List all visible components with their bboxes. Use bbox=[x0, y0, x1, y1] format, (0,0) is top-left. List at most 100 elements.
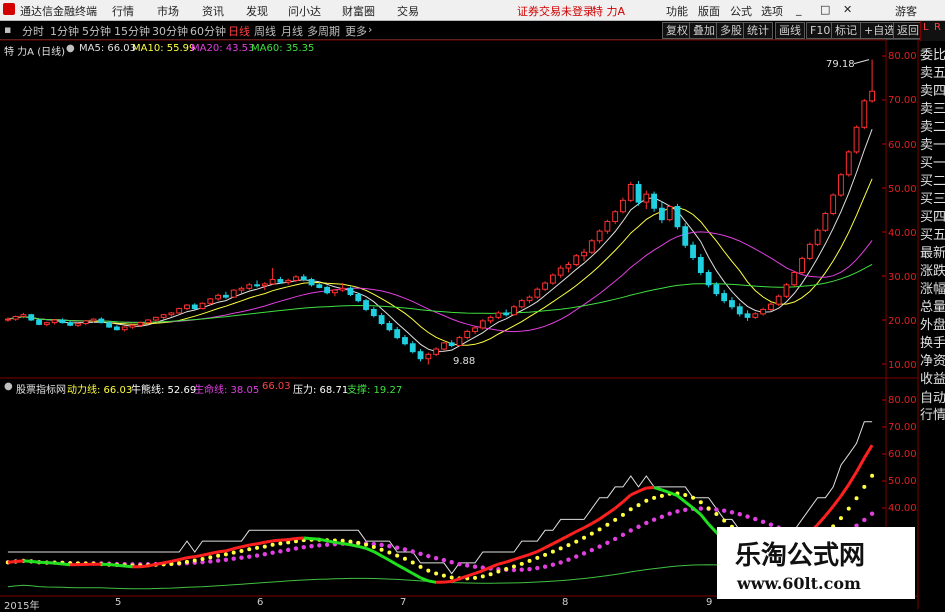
panel-label-18: 收益 bbox=[920, 368, 944, 387]
life-line-dot bbox=[208, 559, 212, 563]
trend-down-segment bbox=[358, 546, 366, 548]
trend-up-segment bbox=[522, 554, 530, 556]
trend-up-segment bbox=[615, 502, 623, 508]
candle-up bbox=[130, 325, 135, 327]
candle-up bbox=[434, 349, 439, 354]
power-line-dot bbox=[395, 554, 399, 558]
power-line-dot bbox=[387, 550, 391, 554]
power-line-dot bbox=[691, 496, 695, 500]
tab-r[interactable]: R bbox=[934, 22, 941, 33]
trend-down-segment bbox=[382, 556, 390, 560]
power-line-dot bbox=[426, 569, 430, 573]
watermark-box: 乐淘公式网 www.60lt.com bbox=[717, 527, 915, 599]
candle-up bbox=[44, 323, 49, 325]
trend-up-segment bbox=[568, 532, 576, 536]
candle-up bbox=[768, 304, 773, 309]
life-line-dot bbox=[675, 509, 679, 513]
ind-tick-60: 60.00 bbox=[888, 449, 917, 460]
candle-up bbox=[465, 331, 470, 337]
panel-label-7: 买二 bbox=[920, 170, 944, 189]
life-line-dot bbox=[761, 520, 765, 524]
power-line-dot bbox=[590, 532, 594, 536]
candle-up bbox=[784, 285, 789, 296]
trend-down-segment bbox=[31, 561, 39, 562]
trend-up-segment bbox=[506, 559, 514, 562]
power-line-dot bbox=[185, 560, 189, 564]
candle-down bbox=[636, 184, 641, 202]
trend-up-segment bbox=[553, 540, 561, 544]
trend-down-segment bbox=[125, 566, 133, 567]
candle-up bbox=[262, 284, 267, 286]
panel-label-6: 买一 bbox=[920, 152, 944, 171]
candle-down bbox=[364, 301, 369, 310]
candle-up bbox=[613, 212, 618, 222]
candle-up bbox=[247, 285, 252, 289]
life-line-dot bbox=[613, 537, 617, 541]
trend-up-segment bbox=[187, 557, 195, 558]
power-line-dot bbox=[255, 546, 259, 550]
power-line-dot bbox=[707, 506, 711, 510]
candle-up bbox=[177, 309, 182, 313]
candle-up bbox=[589, 241, 594, 252]
life-line-dot bbox=[862, 518, 866, 522]
power-line-dot bbox=[208, 555, 212, 559]
power-line-dot bbox=[403, 557, 407, 561]
life-line-dot bbox=[629, 528, 633, 532]
power-line-dot bbox=[177, 561, 181, 565]
trend-down-segment bbox=[335, 542, 343, 543]
candle-down bbox=[348, 288, 353, 294]
life-line-dot bbox=[667, 512, 671, 516]
trend-up-segment bbox=[857, 458, 865, 472]
candle-up bbox=[854, 127, 859, 152]
life-line-dot bbox=[699, 506, 703, 510]
life-line-dot bbox=[527, 567, 531, 571]
price-tick-10: 10.00 bbox=[888, 360, 917, 371]
price-axis-ticks bbox=[882, 56, 886, 364]
panel-label-15: 外盘 bbox=[920, 314, 944, 333]
ind-tick-50: 50.00 bbox=[888, 476, 917, 487]
candle-down bbox=[714, 285, 719, 294]
life-line-dot bbox=[574, 554, 578, 558]
power-line-dot bbox=[660, 494, 664, 498]
candle-up bbox=[473, 328, 478, 332]
candle-up bbox=[839, 175, 844, 195]
candle-up bbox=[574, 256, 579, 265]
power-line-dot bbox=[605, 523, 609, 527]
candle-up bbox=[340, 288, 345, 290]
power-line-dot bbox=[543, 553, 547, 557]
power-line-dot bbox=[450, 575, 454, 579]
trend-down-segment bbox=[685, 502, 693, 508]
power-line-dot bbox=[683, 493, 687, 497]
candle-up bbox=[667, 206, 672, 219]
life-line-dot bbox=[317, 543, 321, 547]
life-line-dot bbox=[621, 533, 625, 537]
power-line-dot bbox=[870, 474, 874, 478]
life-line-dot bbox=[535, 566, 539, 570]
ind-tick-40: 40.00 bbox=[888, 503, 917, 514]
trend-down-segment bbox=[366, 548, 374, 551]
right-panel-tabs: L R bbox=[920, 21, 945, 41]
candlestick-series bbox=[5, 60, 874, 365]
candle-down bbox=[652, 194, 657, 208]
life-line-dot bbox=[558, 560, 562, 564]
power-line-dot bbox=[613, 518, 617, 522]
trend-up-segment bbox=[156, 563, 164, 565]
kline-chart[interactable] bbox=[0, 0, 945, 609]
panel-hangqing[interactable]: 行情 bbox=[920, 404, 944, 423]
tab-l[interactable]: L bbox=[923, 22, 929, 33]
life-line-dot bbox=[465, 563, 469, 567]
trend-down-segment bbox=[62, 564, 70, 565]
trend-up-segment bbox=[530, 552, 538, 555]
candle-down bbox=[395, 330, 400, 338]
panel-label-14: 总量 bbox=[920, 296, 944, 315]
trend-up-segment bbox=[631, 491, 639, 495]
life-line-dot bbox=[636, 525, 640, 529]
trend-up-segment bbox=[639, 488, 647, 491]
power-line-dot bbox=[714, 512, 718, 516]
x-label-2015: 2015年 bbox=[4, 597, 39, 612]
candle-up bbox=[628, 184, 633, 200]
trend-up-segment bbox=[623, 495, 631, 502]
candle-up bbox=[535, 289, 540, 297]
candle-down bbox=[114, 327, 119, 330]
candle-up bbox=[831, 195, 836, 213]
